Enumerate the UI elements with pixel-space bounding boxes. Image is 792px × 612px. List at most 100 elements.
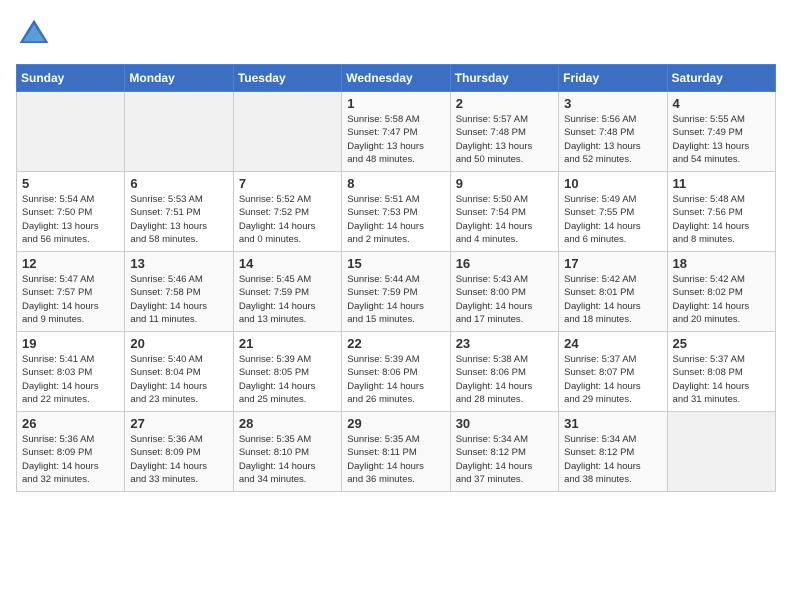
- day-number: 11: [673, 176, 770, 191]
- calendar-cell: 4 Sunrise: 5:55 AM Sunset: 7:49 PM Daylig…: [667, 92, 775, 172]
- calendar-cell: 12 Sunrise: 5:47 AM Sunset: 7:57 PM Dayli…: [17, 252, 125, 332]
- weekday-header-cell: Monday: [125, 65, 233, 92]
- day-number: 26: [22, 416, 119, 431]
- calendar-cell: 18 Sunrise: 5:42 AM Sunset: 8:02 PM Dayli…: [667, 252, 775, 332]
- weekday-header-cell: Sunday: [17, 65, 125, 92]
- day-info: Sunrise: 5:34 AM Sunset: 8:12 PM Dayligh…: [456, 433, 553, 486]
- calendar-cell: 24 Sunrise: 5:37 AM Sunset: 8:07 PM Dayli…: [559, 332, 667, 412]
- calendar-cell: 23 Sunrise: 5:38 AM Sunset: 8:06 PM Dayli…: [450, 332, 558, 412]
- day-number: 8: [347, 176, 444, 191]
- calendar-cell: [233, 92, 341, 172]
- day-number: 22: [347, 336, 444, 351]
- day-number: 16: [456, 256, 553, 271]
- day-info: Sunrise: 5:57 AM Sunset: 7:48 PM Dayligh…: [456, 113, 553, 166]
- day-number: 10: [564, 176, 661, 191]
- day-info: Sunrise: 5:42 AM Sunset: 8:01 PM Dayligh…: [564, 273, 661, 326]
- calendar-week-row: 5 Sunrise: 5:54 AM Sunset: 7:50 PM Daylig…: [17, 172, 776, 252]
- logo: [16, 16, 56, 52]
- day-info: Sunrise: 5:45 AM Sunset: 7:59 PM Dayligh…: [239, 273, 336, 326]
- day-info: Sunrise: 5:56 AM Sunset: 7:48 PM Dayligh…: [564, 113, 661, 166]
- day-number: 23: [456, 336, 553, 351]
- calendar-cell: 21 Sunrise: 5:39 AM Sunset: 8:05 PM Dayli…: [233, 332, 341, 412]
- day-number: 24: [564, 336, 661, 351]
- calendar-cell: 8 Sunrise: 5:51 AM Sunset: 7:53 PM Daylig…: [342, 172, 450, 252]
- day-number: 5: [22, 176, 119, 191]
- day-number: 14: [239, 256, 336, 271]
- day-number: 6: [130, 176, 227, 191]
- calendar-cell: [125, 92, 233, 172]
- calendar-cell: 13 Sunrise: 5:46 AM Sunset: 7:58 PM Dayli…: [125, 252, 233, 332]
- calendar-cell: 29 Sunrise: 5:35 AM Sunset: 8:11 PM Dayli…: [342, 412, 450, 492]
- day-info: Sunrise: 5:54 AM Sunset: 7:50 PM Dayligh…: [22, 193, 119, 246]
- calendar-cell: 27 Sunrise: 5:36 AM Sunset: 8:09 PM Dayli…: [125, 412, 233, 492]
- day-number: 21: [239, 336, 336, 351]
- day-number: 29: [347, 416, 444, 431]
- day-info: Sunrise: 5:41 AM Sunset: 8:03 PM Dayligh…: [22, 353, 119, 406]
- calendar-cell: 9Sunrise: 5:50 AM Sunset: 7:54 PM Daylig…: [450, 172, 558, 252]
- calendar-week-row: 19 Sunrise: 5:41 AM Sunset: 8:03 PM Dayli…: [17, 332, 776, 412]
- day-info: Sunrise: 5:51 AM Sunset: 7:53 PM Dayligh…: [347, 193, 444, 246]
- calendar-cell: 20Sunrise: 5:40 AM Sunset: 8:04 PM Dayli…: [125, 332, 233, 412]
- calendar-cell: [667, 412, 775, 492]
- day-info: Sunrise: 5:38 AM Sunset: 8:06 PM Dayligh…: [456, 353, 553, 406]
- calendar-cell: 14 Sunrise: 5:45 AM Sunset: 7:59 PM Dayli…: [233, 252, 341, 332]
- day-info: Sunrise: 5:37 AM Sunset: 8:07 PM Dayligh…: [564, 353, 661, 406]
- day-number: 15: [347, 256, 444, 271]
- calendar-cell: 7 Sunrise: 5:52 AM Sunset: 7:52 PM Daylig…: [233, 172, 341, 252]
- weekday-header-cell: Wednesday: [342, 65, 450, 92]
- day-number: 2: [456, 96, 553, 111]
- calendar-cell: 22 Sunrise: 5:39 AM Sunset: 8:06 PM Dayli…: [342, 332, 450, 412]
- day-number: 27: [130, 416, 227, 431]
- day-info: Sunrise: 5:49 AM Sunset: 7:55 PM Dayligh…: [564, 193, 661, 246]
- day-info: Sunrise: 5:50 AM Sunset: 7:54 PM Dayligh…: [456, 193, 553, 246]
- calendar-cell: 17Sunrise: 5:42 AM Sunset: 8:01 PM Dayli…: [559, 252, 667, 332]
- day-number: 28: [239, 416, 336, 431]
- day-info: Sunrise: 5:53 AM Sunset: 7:51 PM Dayligh…: [130, 193, 227, 246]
- day-info: Sunrise: 5:42 AM Sunset: 8:02 PM Dayligh…: [673, 273, 770, 326]
- page-header: [16, 16, 776, 52]
- calendar-cell: 26Sunrise: 5:36 AM Sunset: 8:09 PM Dayli…: [17, 412, 125, 492]
- day-info: Sunrise: 5:35 AM Sunset: 8:10 PM Dayligh…: [239, 433, 336, 486]
- calendar-cell: 28 Sunrise: 5:35 AM Sunset: 8:10 PM Dayli…: [233, 412, 341, 492]
- day-info: Sunrise: 5:58 AM Sunset: 7:47 PM Dayligh…: [347, 113, 444, 166]
- calendar-cell: 19 Sunrise: 5:41 AM Sunset: 8:03 PM Dayli…: [17, 332, 125, 412]
- weekday-header-row: SundayMondayTuesdayWednesdayThursdayFrid…: [17, 65, 776, 92]
- day-info: Sunrise: 5:37 AM Sunset: 8:08 PM Dayligh…: [673, 353, 770, 406]
- day-info: Sunrise: 5:39 AM Sunset: 8:05 PM Dayligh…: [239, 353, 336, 406]
- calendar-cell: 31Sunrise: 5:34 AM Sunset: 8:12 PM Dayli…: [559, 412, 667, 492]
- day-info: Sunrise: 5:39 AM Sunset: 8:06 PM Dayligh…: [347, 353, 444, 406]
- day-info: Sunrise: 5:46 AM Sunset: 7:58 PM Dayligh…: [130, 273, 227, 326]
- day-number: 1: [347, 96, 444, 111]
- day-number: 19: [22, 336, 119, 351]
- day-number: 13: [130, 256, 227, 271]
- day-info: Sunrise: 5:47 AM Sunset: 7:57 PM Dayligh…: [22, 273, 119, 326]
- weekday-header-cell: Friday: [559, 65, 667, 92]
- day-number: 30: [456, 416, 553, 431]
- day-number: 18: [673, 256, 770, 271]
- day-info: Sunrise: 5:43 AM Sunset: 8:00 PM Dayligh…: [456, 273, 553, 326]
- calendar-week-row: 1 Sunrise: 5:58 AM Sunset: 7:47 PM Daylig…: [17, 92, 776, 172]
- day-info: Sunrise: 5:44 AM Sunset: 7:59 PM Dayligh…: [347, 273, 444, 326]
- calendar-cell: [17, 92, 125, 172]
- day-number: 4: [673, 96, 770, 111]
- calendar-week-row: 26 Sunrise: 5:36 AM Sunset: 8:09 PM Dayli…: [17, 412, 776, 492]
- day-info: Sunrise: 5:40 AM Sunset: 8:04 PM Dayligh…: [130, 353, 227, 406]
- calendar-cell: 6 Sunrise: 5:53 AM Sunset: 7:51 PM Daylig…: [125, 172, 233, 252]
- calendar-cell: 16 Sunrise: 5:43 AM Sunset: 8:00 PM Dayli…: [450, 252, 558, 332]
- day-number: 7: [239, 176, 336, 191]
- logo-icon: [16, 16, 52, 52]
- day-info: Sunrise: 5:48 AM Sunset: 7:56 PM Dayligh…: [673, 193, 770, 246]
- day-number: 31: [564, 416, 661, 431]
- day-number: 3: [564, 96, 661, 111]
- day-info: Sunrise: 5:52 AM Sunset: 7:52 PM Dayligh…: [239, 193, 336, 246]
- day-info: Sunrise: 5:36 AM Sunset: 8:09 PM Dayligh…: [130, 433, 227, 486]
- day-number: 12: [22, 256, 119, 271]
- calendar-cell: 2 Sunrise: 5:57 AM Sunset: 7:48 PM Daylig…: [450, 92, 558, 172]
- day-info: Sunrise: 5:55 AM Sunset: 7:49 PM Dayligh…: [673, 113, 770, 166]
- calendar-week-row: 12 Sunrise: 5:47 AM Sunset: 7:57 PM Dayli…: [17, 252, 776, 332]
- calendar-cell: 3 Sunrise: 5:56 AM Sunset: 7:48 PM Daylig…: [559, 92, 667, 172]
- calendar-cell: 30 Sunrise: 5:34 AM Sunset: 8:12 PM Dayli…: [450, 412, 558, 492]
- weekday-header-cell: Tuesday: [233, 65, 341, 92]
- day-info: Sunrise: 5:35 AM Sunset: 8:11 PM Dayligh…: [347, 433, 444, 486]
- calendar-cell: 11 Sunrise: 5:48 AM Sunset: 7:56 PM Dayli…: [667, 172, 775, 252]
